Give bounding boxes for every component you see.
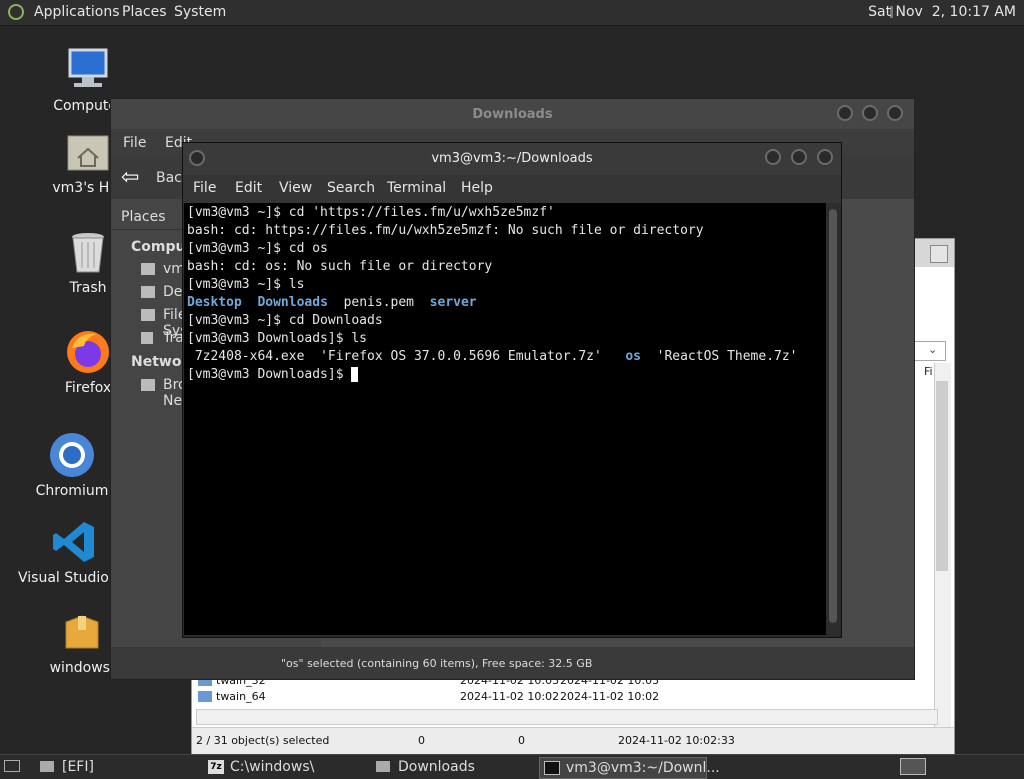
system-menu[interactable]: System <box>174 4 226 20</box>
dir-entry: Desktop <box>187 295 242 310</box>
table-row[interactable]: twain_64 2024-11-02 10:02 2024-11-02 10:… <box>196 689 932 705</box>
terminal-cursor <box>351 367 359 382</box>
terminal-prompt-line: [vm3@vm3 Downloads]$ <box>187 366 826 384</box>
status-selected: 2 / 31 object(s) selected <box>196 734 330 747</box>
terminal-window[interactable]: vm3@vm3:~/Downloads File Edit View Searc… <box>182 142 842 638</box>
taskbar-item-label: Downloads <box>398 759 475 775</box>
maximize-button[interactable] <box>791 149 807 165</box>
window-title: Downloads <box>472 107 553 122</box>
places-menu[interactable]: Places <box>122 4 167 20</box>
menu-view[interactable]: View <box>279 180 312 196</box>
terminal-prompt: [vm3@vm3 Downloads]$ <box>187 367 352 382</box>
window-title: vm3@vm3:~/Downloads <box>431 151 593 166</box>
file-date: 2024-11-02 10:02 <box>560 690 660 703</box>
window-titlebar[interactable]: vm3@vm3:~/Downloads <box>183 143 841 175</box>
network-icon <box>141 379 155 391</box>
file-entry: penis.pem <box>343 295 415 310</box>
maximize-button[interactable] <box>862 105 878 121</box>
scrollbar-thumb[interactable] <box>829 209 837 623</box>
menu-help[interactable]: Help <box>461 180 493 196</box>
top-panel: Applications Places System Sat Nov 2, 10… <box>0 0 1024 26</box>
taskbar-item-label: C:\windows\ <box>230 759 315 775</box>
terminal-line: bash: cd: https://files.fm/u/wxh5ze5mzf:… <box>187 223 704 238</box>
workspace-switcher-icon[interactable] <box>900 758 926 775</box>
horizontal-scrollbar[interactable] <box>196 709 938 725</box>
home-folder-icon <box>64 128 112 176</box>
scrollbar-thumb[interactable] <box>936 381 948 571</box>
window-titlebar[interactable]: Downloads <box>111 99 914 129</box>
home-icon <box>141 263 155 275</box>
terminal-ls-output: Desktop Downloads penis.pem server <box>187 294 826 312</box>
file-entry: 'ReactOS Theme.7z' <box>656 349 798 364</box>
sidebar-header-label: Places <box>121 209 166 225</box>
computer-icon <box>64 46 112 94</box>
status-size: 0 <box>518 734 525 747</box>
7zip-icon: 7z <box>208 760 224 774</box>
taskbar-item-7zip[interactable]: 7z C:\windows\ <box>204 757 364 777</box>
status-text: "os" selected (containing 60 items), Fre… <box>281 657 593 670</box>
dir-entry: server <box>429 295 477 310</box>
terminal-ls-output: 7z2408-x64.exe 'Firefox OS 37.0.0.5696 E… <box>187 348 826 366</box>
terminal-line: [vm3@vm3 ~]$ cd Downloads <box>187 313 383 328</box>
folder-icon <box>376 761 390 772</box>
file-entry: 'Firefox OS 37.0.0.5696 Emulator.7z' <box>320 349 602 364</box>
mate-logo-icon[interactable] <box>8 4 24 20</box>
menu-edit[interactable]: Edit <box>235 180 262 196</box>
menu-terminal[interactable]: Terminal <box>387 180 446 196</box>
dir-entry: Downloads <box>257 295 328 310</box>
clock[interactable]: Sat Nov 2, 10:17 AM <box>868 4 1016 20</box>
applications-menu[interactable]: Applications <box>34 4 120 20</box>
status-date: 2024-11-02 10:02:33 <box>618 734 735 747</box>
taskbar-item-downloads[interactable]: Downloads <box>372 757 532 777</box>
taskbar-item-terminal[interactable]: vm3@vm3:~/Downl... <box>539 757 720 779</box>
show-desktop-icon[interactable] <box>4 760 20 772</box>
archive-icon <box>58 608 106 656</box>
terminal-line: [vm3@vm3 ~]$ cd 'https://files.fm/u/wxh5… <box>187 205 555 220</box>
terminal-scrollbar[interactable] <box>826 203 840 635</box>
terminal-line: [vm3@vm3 ~]$ cd os <box>187 241 328 256</box>
close-button[interactable] <box>887 105 903 121</box>
menu-search[interactable]: Search <box>327 180 375 196</box>
taskbar-item-label: [EFI] <box>62 759 94 775</box>
chromium-icon <box>48 431 96 479</box>
status-bar: 2 / 31 object(s) selected 0 0 2024-11-02… <box>192 727 954 754</box>
taskbar: [EFI] 7z C:\windows\ Downloads vm3@vm3:~… <box>0 754 1024 779</box>
menu-bar: File Edit View Search Terminal Help <box>183 175 841 203</box>
close-button[interactable] <box>817 149 833 165</box>
status-size: 0 <box>418 734 425 747</box>
file-date: 2024-11-02 10:02 <box>460 690 560 703</box>
file-name: twain_64 <box>216 690 266 703</box>
menu-file[interactable]: File <box>193 180 216 196</box>
trash-icon <box>141 332 153 344</box>
minimize-button[interactable] <box>765 149 781 165</box>
terminal-line: [vm3@vm3 Downloads]$ ls <box>187 331 368 346</box>
desktop-folder-icon <box>141 286 155 298</box>
menu-file[interactable]: File <box>123 135 146 151</box>
folder-icon <box>198 691 212 702</box>
terminal-line: [vm3@vm3 ~]$ ls <box>187 277 305 292</box>
vscode-icon <box>50 518 98 566</box>
trash-icon <box>64 228 112 276</box>
chevron-down-icon[interactable]: ⌄ <box>928 343 937 356</box>
column-header-partial[interactable]: Fi <box>924 365 933 378</box>
file-entry: 7z2408-x64.exe <box>187 349 305 364</box>
taskbar-item-efi[interactable]: [EFI] <box>36 757 196 777</box>
minimize-button[interactable] <box>837 105 853 121</box>
status-bar: "os" selected (containing 60 items), Fre… <box>111 647 914 679</box>
dir-entry: os <box>625 349 641 364</box>
window-close-button[interactable] <box>930 245 948 263</box>
terminal-screen[interactable]: [vm3@vm3 ~]$ cd 'https://files.fm/u/wxh5… <box>184 203 826 635</box>
folder-icon <box>40 761 54 772</box>
terminal-icon <box>544 761 560 775</box>
terminal-line: bash: cd: os: No such file or directory <box>187 259 493 274</box>
taskbar-item-label: vm3@vm3:~/Downl... <box>566 760 720 776</box>
firefox-icon <box>64 328 112 376</box>
drive-icon <box>141 309 155 321</box>
back-arrow-icon[interactable]: ⇦ <box>121 165 139 190</box>
